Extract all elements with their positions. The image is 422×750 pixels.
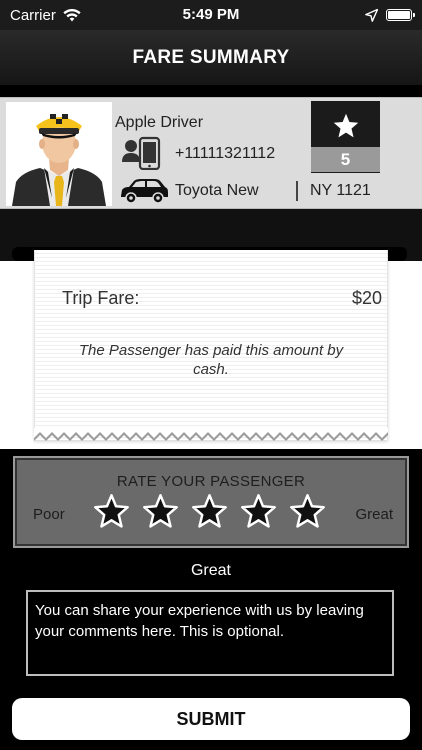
rate-poor-label: Poor bbox=[33, 506, 65, 523]
rate-passenger-panel: RATE YOUR PASSENGER Poor Great bbox=[13, 456, 409, 548]
rating-star-4[interactable] bbox=[240, 493, 277, 530]
driver-card: Apple Driver +11111321112 Toyota New NY … bbox=[0, 97, 422, 209]
divider bbox=[296, 181, 298, 201]
car-model: Toyota New bbox=[175, 182, 259, 199]
rate-great-label: Great bbox=[355, 506, 393, 523]
driver-phone: +11111321112 bbox=[175, 145, 276, 162]
page-title: FARE SUMMARY bbox=[132, 46, 290, 68]
battery-icon bbox=[386, 9, 415, 21]
nav-bar: FARE SUMMARY bbox=[0, 30, 422, 86]
phone-contact-icon bbox=[122, 136, 161, 170]
car-plate: NY 1121 bbox=[310, 182, 371, 199]
rating-star-5[interactable] bbox=[289, 493, 326, 530]
status-bar: Carrier 5:49 PM bbox=[0, 0, 422, 30]
submit-button[interactable]: SUBMIT bbox=[12, 698, 410, 740]
rating-star-1[interactable] bbox=[93, 493, 130, 530]
status-time: 5:49 PM bbox=[182, 6, 240, 23]
rate-panel-title: RATE YOUR PASSENGER bbox=[116, 473, 306, 490]
comment-input[interactable] bbox=[26, 590, 394, 676]
driver-name: Apple Driver bbox=[115, 114, 204, 131]
rating-star-3[interactable] bbox=[191, 493, 228, 530]
star-icon bbox=[333, 113, 358, 138]
rating-star-2[interactable] bbox=[142, 493, 179, 530]
trip-fare-label: Trip Fare: bbox=[62, 288, 140, 308]
payment-note: The Passenger has paid this amount by ca… bbox=[78, 342, 344, 378]
driver-rating-value: 5 bbox=[311, 147, 380, 172]
car-icon bbox=[121, 179, 168, 204]
star-rating bbox=[93, 493, 326, 530]
driver-avatar bbox=[6, 102, 112, 206]
rating-text: Great bbox=[190, 562, 231, 579]
trip-fare-amount: $20 bbox=[351, 288, 382, 308]
receipt-torn-edge bbox=[34, 428, 388, 441]
